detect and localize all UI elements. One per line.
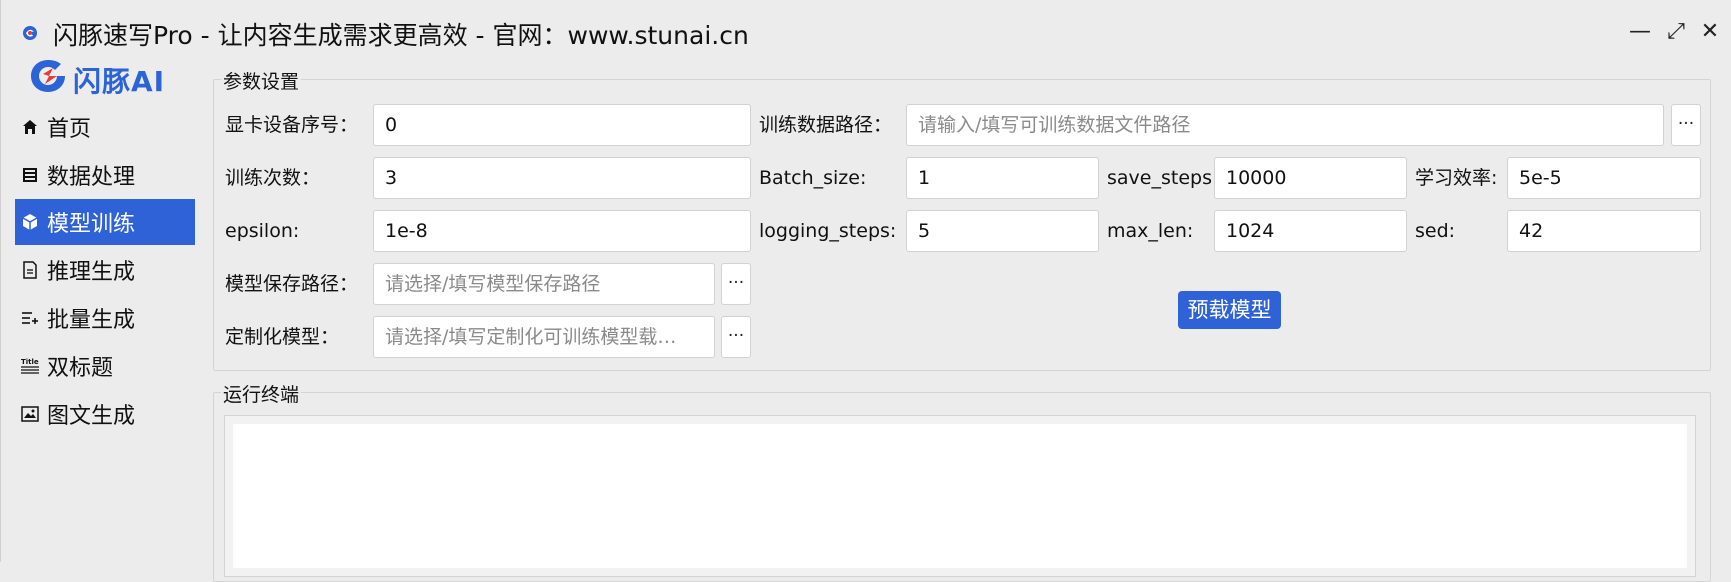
train-path-label: 训练数据路径： xyxy=(759,114,893,136)
minimize-button[interactable]: — xyxy=(1627,18,1653,44)
close-button[interactable]: ✕ xyxy=(1697,18,1723,44)
window-title: 闪豚速写Pro - 让内容生成需求更高效 - 官网：www.stunai.cn xyxy=(53,21,749,50)
preload-model-button[interactable]: 预载模型 xyxy=(1178,291,1281,329)
save-steps-label: save_steps: xyxy=(1107,167,1219,189)
train-path-input[interactable]: 请输入/填写可训练数据文件路径 xyxy=(906,104,1664,146)
learning-rate-label: 学习效率: xyxy=(1415,167,1498,189)
sidebar-item-image-text[interactable]: 图文生成 xyxy=(15,391,195,437)
logging-steps-label: logging_steps: xyxy=(759,220,897,242)
batch-size-input[interactable]: 1 xyxy=(906,157,1099,199)
terminal-output[interactable] xyxy=(224,415,1696,577)
params-group-title: 参数设置 xyxy=(221,67,302,94)
logging-steps-input[interactable]: 5 xyxy=(906,210,1099,252)
sidebar-item-data-processing[interactable]: 数据处理 xyxy=(15,152,195,198)
database-icon xyxy=(19,164,41,186)
sidebar-item-model-training[interactable]: 模型训练 xyxy=(15,199,195,245)
document-icon xyxy=(19,259,41,281)
gpu-label: 显卡设备序号： xyxy=(225,114,359,136)
maximize-button[interactable]: ⤢ xyxy=(1663,18,1689,44)
sidebar-item-label: 图文生成 xyxy=(47,404,136,429)
save-path-input[interactable]: 请选择/填写模型保存路径 xyxy=(373,263,715,305)
max-len-input[interactable]: 1024 xyxy=(1214,210,1407,252)
app-window: 闪豚速写Pro - 让内容生成需求更高效 - 官网：www.stunai.cn … xyxy=(0,0,1731,582)
epochs-input[interactable]: 3 xyxy=(373,157,751,199)
save-path-browse-button[interactable]: ··· xyxy=(721,263,751,305)
sidebar-item-inference[interactable]: 推理生成 xyxy=(15,247,195,293)
home-icon xyxy=(19,116,41,138)
seed-input[interactable]: 42 xyxy=(1507,210,1701,252)
list-add-icon xyxy=(19,307,41,329)
batch-size-label: Batch_size: xyxy=(759,167,867,189)
custom-model-input[interactable]: 请选择/填写定制化可训练模型载… xyxy=(373,316,715,358)
sidebar-item-label: 批量生成 xyxy=(47,308,136,333)
train-path-browse-button[interactable]: ··· xyxy=(1671,104,1701,146)
custom-model-browse-button[interactable]: ··· xyxy=(721,316,751,358)
learning-rate-input[interactable]: 5e-5 xyxy=(1507,157,1701,199)
seed-label: sed: xyxy=(1415,220,1456,242)
gpu-input[interactable]: 0 xyxy=(373,104,751,146)
sidebar-item-batch-generate[interactable]: 批量生成 xyxy=(15,295,195,341)
sidebar-item-label: 模型训练 xyxy=(47,212,136,237)
terminal-group-title: 运行终端 xyxy=(221,380,302,407)
title-bar[interactable]: 闪豚速写Pro - 让内容生成需求更高效 - 官网：www.stunai.cn … xyxy=(1,0,1731,62)
image-icon xyxy=(19,403,41,425)
save-steps-input[interactable]: 10000 xyxy=(1214,157,1407,199)
cube-icon xyxy=(19,211,41,233)
svg-text:Title: Title xyxy=(21,358,39,366)
max-len-label: max_len: xyxy=(1107,220,1194,242)
app-logo-icon xyxy=(23,26,37,40)
title-icon: Title xyxy=(19,355,41,377)
sidebar-item-label: 推理生成 xyxy=(47,260,136,285)
epochs-label: 训练次数： xyxy=(225,167,321,189)
sidebar-item-label: 双标题 xyxy=(47,356,114,381)
epsilon-label: epsilon: xyxy=(225,220,300,242)
epsilon-input[interactable]: 1e-8 xyxy=(373,210,751,252)
sidebar-item-home[interactable]: 首页 xyxy=(15,104,195,150)
sidebar-item-label: 首页 xyxy=(47,117,92,142)
brand-logo-text: 闪豚AI xyxy=(73,65,166,98)
save-path-label: 模型保存路径： xyxy=(225,273,359,295)
sidebar-item-dual-title[interactable]: Title 双标题 xyxy=(15,343,195,389)
brand-logo-icon xyxy=(31,60,65,92)
custom-model-label: 定制化模型： xyxy=(225,326,340,348)
sidebar-item-label: 数据处理 xyxy=(47,165,136,190)
